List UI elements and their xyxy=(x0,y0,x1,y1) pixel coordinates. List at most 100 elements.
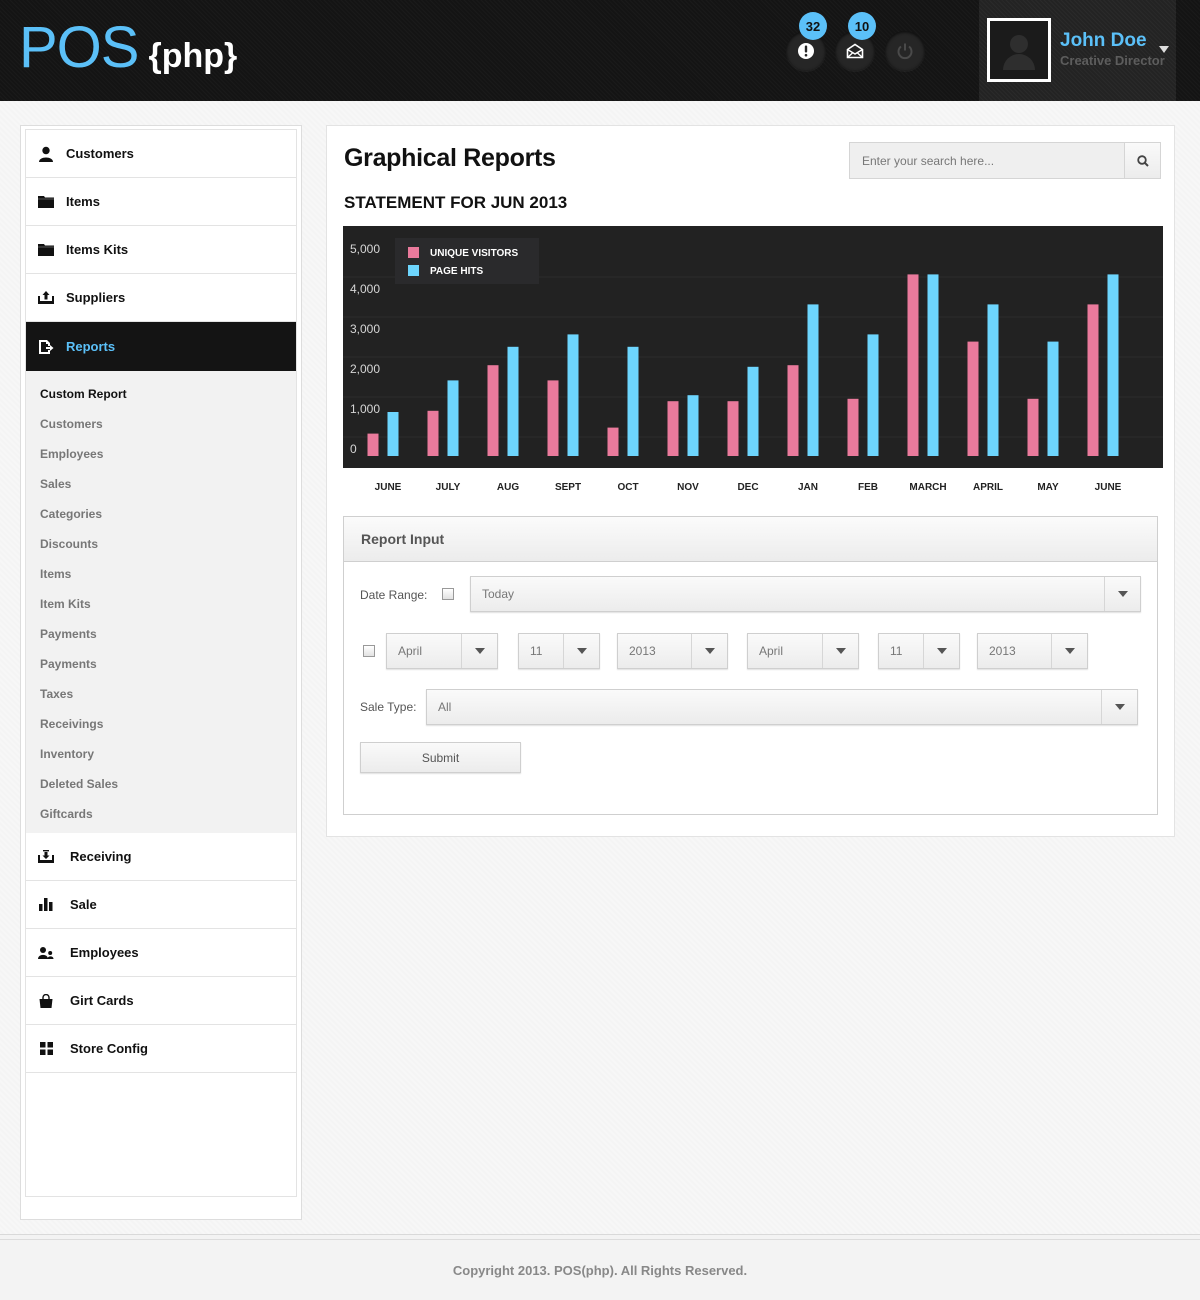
sidebar-item-sale[interactable]: Sale xyxy=(26,881,296,929)
envelope-icon xyxy=(846,43,864,59)
x-tick-label: MAY xyxy=(1037,482,1059,493)
date-range-value: Today xyxy=(482,587,515,601)
x-tick-label: APRIL xyxy=(973,482,1003,493)
submenu-item-deleted-sales[interactable]: Deleted Sales xyxy=(26,770,296,800)
sidebar-item-receiving[interactable]: Receiving xyxy=(26,833,296,881)
avatar-body-shape xyxy=(1003,54,1035,70)
from-day-select[interactable]: 11 xyxy=(518,633,600,669)
logo-sub: {php} xyxy=(148,37,238,75)
footer: Copyright 2013. POS(php). All Rights Res… xyxy=(0,1234,1200,1300)
from-day-value: 11 xyxy=(530,644,543,658)
legend-label: PAGE HITS xyxy=(430,266,483,277)
bar-page-hits xyxy=(1047,341,1059,456)
submenu-item-receivings[interactable]: Receivings xyxy=(26,710,296,740)
reports-submenu: Custom Report Customers Employees Sales … xyxy=(26,371,296,833)
submenu-item-categories[interactable]: Categories xyxy=(26,500,296,530)
y-tick-label: 3,000 xyxy=(350,322,380,336)
sidebar-item-items[interactable]: Items xyxy=(26,178,296,226)
bar-chart: 0 1,000 2,000 3,000 4,000 5,000 UNIQUE VISITOR… xyxy=(343,226,1163,468)
x-tick-label: JULY xyxy=(435,482,461,493)
chevron-down-icon xyxy=(1101,690,1137,724)
bar-page-hits xyxy=(987,304,999,456)
bar-page-hits xyxy=(507,346,519,456)
sidebar-item-suppliers[interactable]: Suppliers xyxy=(26,274,296,322)
x-tick-label: DEC xyxy=(737,482,759,493)
legend-swatch xyxy=(408,265,419,276)
bar-chart-svg: 0 1,000 2,000 3,000 4,000 5,000 UNIQUE VISITOR… xyxy=(343,238,1163,456)
bar-chart-icon xyxy=(38,897,54,913)
to-month-select[interactable]: April xyxy=(747,633,859,669)
x-tick-label: AUG xyxy=(496,482,520,493)
bar-page-hits xyxy=(927,274,939,456)
x-tick-label: JAN xyxy=(797,482,819,493)
sidebar-item-gift-cards[interactable]: Girt Cards xyxy=(26,977,296,1025)
bar-unique-visitors xyxy=(427,410,439,456)
submenu-item-sales[interactable]: Sales xyxy=(26,470,296,500)
custom-range-checkbox[interactable] xyxy=(363,645,375,657)
sidebar-item-label: Reports xyxy=(66,339,116,354)
to-day-select[interactable]: 11 xyxy=(878,633,960,669)
main-content: Graphical Reports STATEMENT FOR JUN 2013… xyxy=(326,125,1175,837)
sale-type-label: Sale Type: xyxy=(360,700,417,714)
legend-box xyxy=(395,238,539,284)
sidebar-item-employees[interactable]: Employees xyxy=(26,929,296,977)
sidebar-item-store-config[interactable]: Store Config xyxy=(26,1025,296,1073)
logo-main: POS xyxy=(19,15,139,80)
to-year-select[interactable]: 2013 xyxy=(977,633,1088,669)
caret-down-icon[interactable] xyxy=(1159,46,1169,53)
folder-icon xyxy=(38,242,54,258)
from-month-select[interactable]: April xyxy=(386,633,498,669)
notifications-count-badge: 32 xyxy=(799,12,827,40)
submenu-item-inventory[interactable]: Inventory xyxy=(26,740,296,770)
bar-page-hits xyxy=(447,380,459,456)
power-button[interactable] xyxy=(885,31,925,71)
avatar-head-shape xyxy=(1010,35,1028,53)
submenu-item-payments[interactable]: Payments xyxy=(26,620,296,650)
x-axis-labels: JUNE JULY AUG SEPT OCT NOV DEC JAN FEB MARCH APRIL… xyxy=(343,482,1163,496)
from-year-value: 2013 xyxy=(629,644,656,658)
bar-page-hits xyxy=(627,346,639,456)
submenu-item-item-kits[interactable]: Item Kits xyxy=(26,590,296,620)
alert-icon xyxy=(798,43,814,59)
chevron-down-icon xyxy=(1051,634,1087,668)
y-tick-label: 4,000 xyxy=(350,282,380,296)
submenu-item-items[interactable]: Items xyxy=(26,560,296,590)
submit-button[interactable]: Submit xyxy=(360,742,521,773)
grid-icon xyxy=(38,1041,54,1057)
y-tick-label: 5,000 xyxy=(350,242,380,256)
submenu-item-giftcards[interactable]: Giftcards xyxy=(26,800,296,830)
bar-page-hits xyxy=(687,395,699,456)
sidebar-item-reports[interactable]: Reports xyxy=(26,322,296,371)
submenu-item-payments-2[interactable]: Payments xyxy=(26,650,296,680)
submenu-item-discounts[interactable]: Discounts xyxy=(26,530,296,560)
folder-icon xyxy=(38,194,54,210)
bar-page-hits xyxy=(867,334,879,456)
submenu-item-custom-report[interactable]: Custom Report xyxy=(26,380,296,410)
search-input[interactable] xyxy=(850,143,1124,178)
date-range-select[interactable]: Today xyxy=(470,576,1141,612)
submenu-item-taxes[interactable]: Taxes xyxy=(26,680,296,710)
sale-type-value: All xyxy=(438,700,452,714)
bar-page-hits xyxy=(567,334,579,456)
bar-page-hits xyxy=(807,304,819,456)
logo[interactable]: POS {php} xyxy=(19,18,237,78)
users-icon xyxy=(38,945,54,961)
chevron-down-icon xyxy=(563,634,599,668)
user-menu[interactable]: John Doe Creative Director xyxy=(979,0,1176,101)
submenu-item-customers[interactable]: Customers xyxy=(26,410,296,440)
search-button[interactable] xyxy=(1124,143,1160,178)
bar-unique-visitors xyxy=(1027,398,1039,456)
bar-unique-visitors xyxy=(667,401,679,456)
legend-label: UNIQUE VISITORS xyxy=(430,248,518,259)
sidebar-item-customers[interactable]: Customers xyxy=(26,130,296,178)
from-year-select[interactable]: 2013 xyxy=(617,633,728,669)
sale-type-select[interactable]: All xyxy=(426,689,1138,725)
submenu-item-employees[interactable]: Employees xyxy=(26,440,296,470)
sidebar-item-items-kits[interactable]: Items Kits xyxy=(26,226,296,274)
download-tray-icon xyxy=(38,849,54,865)
bar-unique-visitors xyxy=(487,365,499,456)
bar-unique-visitors xyxy=(847,398,859,456)
avatar[interactable] xyxy=(987,18,1051,82)
date-range-checkbox[interactable] xyxy=(442,588,454,600)
date-range-label: Date Range: xyxy=(360,588,428,602)
